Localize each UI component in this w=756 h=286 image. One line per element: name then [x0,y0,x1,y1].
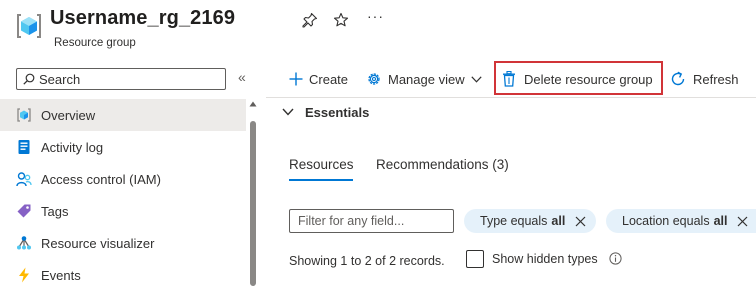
toolbar-divider [266,97,756,98]
pill-label: Type equals [480,214,548,228]
refresh-label: Refresh [693,71,739,87]
pill-value: all [713,214,728,228]
sidebar-item-events[interactable]: Events [0,259,246,286]
scroll-up-arrow[interactable] [249,101,257,107]
activity-log-icon [16,139,32,155]
essentials-label: Essentials [305,104,370,120]
resource-group-icon [14,11,44,41]
sidebar-item-resource-visualizer[interactable]: Resource visualizer [0,227,246,259]
show-hidden-types-checkbox[interactable] [466,250,484,268]
essentials-toggle[interactable]: Essentials [282,104,369,120]
sidebar-item-label: Access control (IAM) [41,172,161,187]
sidebar-item-label: Activity log [41,140,104,155]
more-options-button[interactable]: ··· [367,8,384,24]
active-tab-indicator [289,179,353,181]
manage-view-button[interactable]: Manage view [366,66,482,92]
chevron-down-icon [470,75,482,83]
sidebar-search[interactable] [16,68,226,90]
plus-icon [289,72,303,86]
sidebar-item-overview[interactable]: Overview [0,99,246,131]
show-hidden-types-label: Show hidden types [492,252,598,266]
sidebar-scrollbar-thumb[interactable] [250,121,256,286]
tab-resources[interactable]: Resources [289,157,354,172]
chevron-down-icon [282,108,294,116]
records-count: Showing 1 to 2 of 2 records. [289,254,445,268]
pill-label: Location equals [622,214,710,228]
iam-icon [16,171,32,187]
page-subtitle: Resource group [54,37,136,49]
pill-value: all [551,214,566,228]
search-input[interactable] [39,70,219,88]
manage-view-label: Manage view [388,71,465,87]
gear-icon [366,71,382,87]
sidebar-item-activity-log[interactable]: Activity log [0,131,246,163]
tag-icon [16,203,32,219]
delete-resource-group-button[interactable]: Delete resource group [502,66,653,92]
refresh-button[interactable]: Refresh [669,66,739,92]
filter-input[interactable] [298,213,448,229]
collapse-sidebar-button[interactable]: « [238,69,246,85]
close-icon[interactable] [737,216,748,227]
delete-label: Delete resource group [524,71,653,87]
favorite-star-icon[interactable] [333,12,349,28]
refresh-icon [669,70,687,88]
sidebar-item-label: Events [41,268,81,283]
sidebar-item-label: Overview [41,108,96,123]
pin-icon[interactable] [302,12,318,28]
create-label: Create [309,71,349,87]
filter-pill-type[interactable]: Type equals all [464,209,596,233]
visualizer-icon [16,235,32,251]
tab-recommendations[interactable]: Recommendations (3) [376,157,509,172]
overview-icon [16,107,32,123]
close-icon[interactable] [575,216,586,227]
page-title: Username_rg_2169 [50,7,236,29]
filter-field[interactable] [289,209,454,233]
filter-pill-location[interactable]: Location equals all [606,209,756,233]
sidebar-item-tags[interactable]: Tags [0,195,246,227]
sidebar-item-label: Resource visualizer [41,236,155,251]
events-icon [16,267,32,283]
trash-icon [502,71,516,87]
info-icon[interactable] [609,252,622,265]
sidebar-item-label: Tags [41,204,69,219]
create-button[interactable]: Create [289,66,348,92]
sidebar-item-iam[interactable]: Access control (IAM) [0,163,246,195]
